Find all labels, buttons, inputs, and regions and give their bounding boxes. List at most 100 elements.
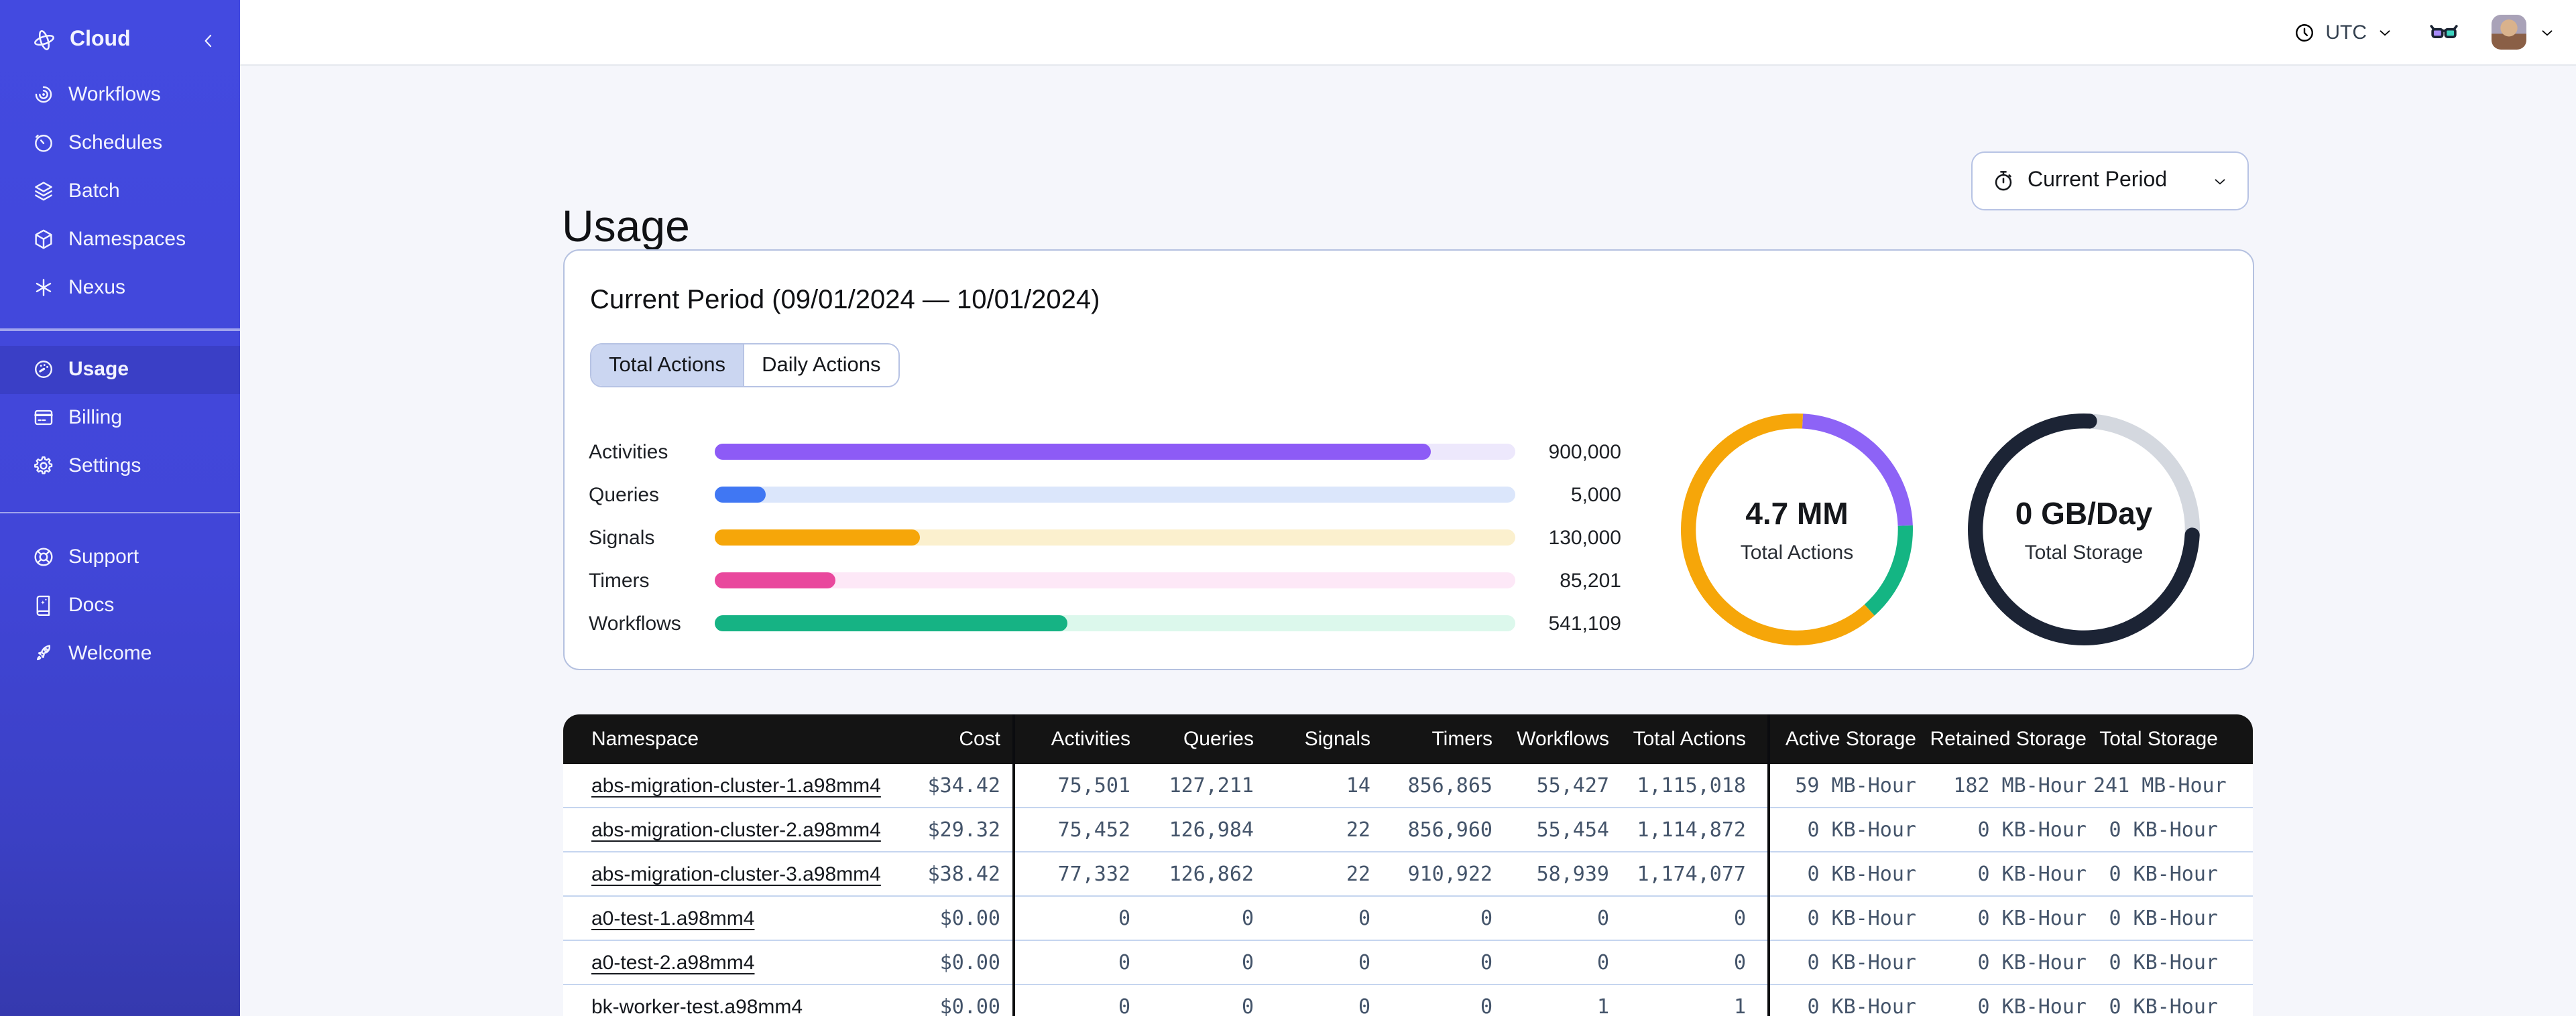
cell-activities: 0 — [1118, 950, 1130, 974]
sidebar-item-billing[interactable]: Billing — [0, 393, 240, 442]
batch-icon — [32, 179, 55, 202]
bar-track — [715, 572, 1515, 588]
cell-timers: 856,865 — [1407, 773, 1492, 798]
column-header-cost: Cost — [892, 714, 1015, 764]
namespace-link[interactable]: a0-test-2.a98mm4 — [591, 952, 754, 974]
cell-total_storage: 0 KB-Hour — [2109, 906, 2218, 930]
cell-activities: 0 — [1118, 906, 1130, 930]
bar-row-queries: Queries 5,000 — [589, 473, 1621, 516]
nexus-icon — [32, 275, 55, 298]
cell-timers: 910,922 — [1407, 862, 1492, 886]
cell-workflows: 1 — [1596, 995, 1609, 1016]
namespace-link[interactable]: abs-migration-cluster-3.a98mm4 — [591, 863, 881, 886]
cell-signals: 0 — [1358, 950, 1370, 974]
column-header-signals: Signals — [1261, 714, 1377, 764]
cell-total_storage: 0 KB-Hour — [2109, 862, 2218, 886]
bar-fill — [715, 615, 1067, 631]
table-header-row: Namespace Cost Activities Queries Signals Tim… — [563, 714, 2253, 764]
table-row: bk-worker-test.a98mm4 $0.00 0 0 0 0 1 1 0 KB-Hou… — [563, 985, 2253, 1016]
brand-label: Cloud — [70, 28, 131, 51]
cell-signals: 0 — [1358, 995, 1370, 1016]
namespace-link[interactable]: a0-test-1.a98mm4 — [591, 907, 754, 930]
cell-workflows: 0 — [1596, 950, 1609, 974]
cell-namespace: a0-test-1.a98mm4 — [563, 896, 892, 940]
table-body: abs-migration-cluster-1.a98mm4 $34.42 75,5… — [563, 764, 2253, 1016]
sidebar-item-label: Welcome — [68, 641, 152, 664]
period-selector-label: Current Period — [2028, 169, 2168, 192]
cell-timers: 0 — [1480, 906, 1492, 930]
tab-total-actions[interactable]: Total Actions — [591, 344, 744, 386]
sidebar-divider — [0, 328, 240, 330]
table-row: abs-migration-cluster-1.a98mm4 $34.42 75,5… — [563, 764, 2253, 808]
cell-timers: 0 — [1480, 950, 1492, 974]
column-header-total_storage: Total Storage — [2093, 714, 2253, 764]
sidebar-item-schedules[interactable]: Schedules — [0, 118, 240, 166]
cell-cost: $34.42 — [892, 764, 1015, 808]
total-storage-donut: 0 GB/Day Total Storage — [1959, 405, 2209, 654]
column-header-activities: Activities — [1014, 714, 1137, 764]
sidebar-collapse-chevron-icon[interactable] — [198, 30, 219, 50]
sidebar-item-workflows[interactable]: Workflows — [0, 70, 240, 118]
bar-label: Timers — [589, 569, 650, 592]
cell-activities: 75,501 — [1057, 773, 1130, 798]
cell-namespace: abs-migration-cluster-1.a98mm4 — [563, 764, 892, 808]
namespace-link[interactable]: bk-worker-test.a98mm4 — [591, 996, 803, 1016]
sidebar-item-label: Docs — [68, 593, 115, 616]
sidebar-item-nexus[interactable]: Nexus — [0, 263, 240, 311]
user-avatar[interactable] — [2492, 15, 2526, 50]
sidebar-brand: Cloud — [0, 13, 240, 67]
bar-row-workflows: Workflows 541,109 — [589, 602, 1621, 645]
support-icon — [32, 545, 55, 568]
sidebar-item-docs[interactable]: Docs — [0, 580, 240, 629]
cell-retained_storage: 0 KB-Hour — [1977, 906, 2087, 930]
cell-workflows: 55,427 — [1536, 773, 1609, 798]
cell-workflows: 0 — [1596, 906, 1609, 930]
sidebar-item-welcome[interactable]: Welcome — [0, 629, 240, 677]
column-header-timers: Timers — [1377, 714, 1499, 764]
sidebar-item-label: Workflows — [68, 82, 161, 105]
cell-cost: $0.00 — [892, 896, 1015, 940]
cell-total_storage: 0 KB-Hour — [2109, 995, 2218, 1016]
user-menu-chevron-icon[interactable] — [2538, 23, 2556, 41]
sidebar-nav: Workflows Schedules Batch Namespaces Nexus Us… — [0, 70, 240, 677]
cell-retained_storage: 182 MB-Hour — [1953, 773, 2087, 798]
bar-track — [715, 529, 1515, 546]
cell-active_storage: 0 KB-Hour — [1807, 862, 1916, 886]
bar-value: 5,000 — [1570, 483, 1621, 506]
sidebar-item-label: Namespaces — [68, 227, 186, 250]
cell-activities: 0 — [1118, 995, 1130, 1016]
cell-active_storage: 0 KB-Hour — [1807, 995, 1916, 1016]
namespace-link[interactable]: abs-migration-cluster-2.a98mm4 — [591, 819, 881, 842]
cell-activities: 75,452 — [1057, 818, 1130, 842]
timezone-selector[interactable]: UTC — [2293, 21, 2394, 44]
sidebar-item-batch[interactable]: Batch — [0, 166, 240, 214]
cell-retained_storage: 0 KB-Hour — [1977, 995, 2087, 1016]
tab-daily-actions[interactable]: Daily Actions — [743, 344, 898, 386]
sidebar-divider — [0, 511, 240, 513]
clock-icon — [2293, 21, 2316, 44]
docs-icon — [32, 593, 55, 616]
donut-center: 0 GB/Day Total Storage — [1959, 405, 2209, 654]
bar-row-signals: Signals 130,000 — [589, 516, 1621, 559]
cell-namespace: a0-test-2.a98mm4 — [563, 940, 892, 985]
feedback-glasses-icon[interactable] — [2428, 17, 2459, 48]
sidebar-item-usage[interactable]: Usage — [0, 345, 240, 393]
cell-cost: $0.00 — [892, 985, 1015, 1016]
cell-timers: 0 — [1480, 995, 1492, 1016]
cell-total_actions: 0 — [1616, 896, 1770, 940]
sidebar-item-settings[interactable]: Settings — [0, 442, 240, 490]
cell-queries: 126,862 — [1169, 862, 1254, 886]
sidebar-item-namespaces[interactable]: Namespaces — [0, 214, 240, 263]
sidebar-item-support[interactable]: Support — [0, 532, 240, 580]
period-selector-button[interactable]: Current Period — [1971, 151, 2249, 210]
cell-namespace: abs-migration-cluster-2.a98mm4 — [563, 808, 892, 852]
cell-active_storage: 0 KB-Hour — [1807, 950, 1916, 974]
total-actions-value: 4.7 MM — [1745, 495, 1849, 530]
cell-total_storage: 241 MB-Hour — [2093, 773, 2227, 798]
top-header: UTC — [240, 0, 2576, 66]
cell-queries: 0 — [1241, 995, 1254, 1016]
namespace-link[interactable]: abs-migration-cluster-1.a98mm4 — [591, 775, 881, 798]
cell-retained_storage: 0 KB-Hour — [1977, 862, 2087, 886]
namespaces-icon — [32, 227, 55, 250]
cell-signals: 22 — [1346, 862, 1370, 886]
